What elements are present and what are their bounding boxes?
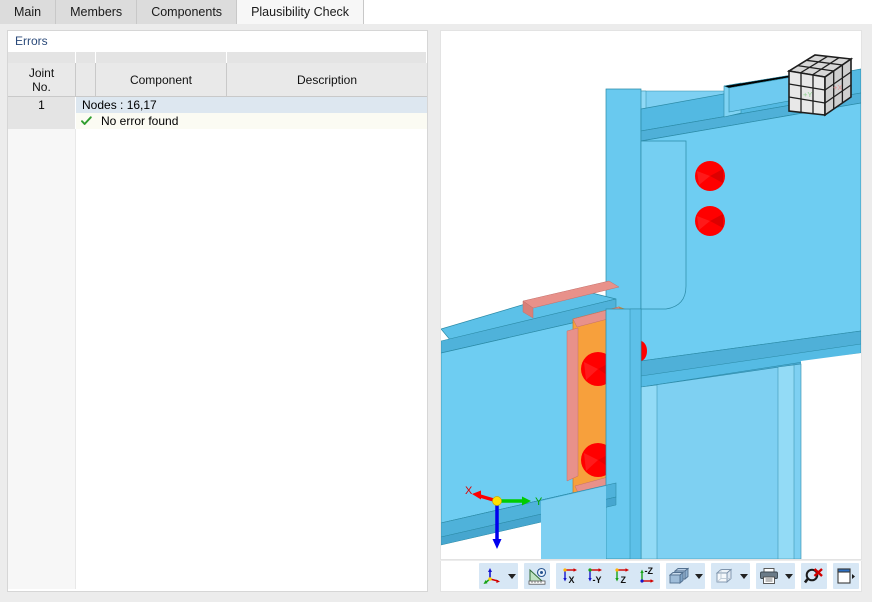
toolbar-group-display-mode [666, 563, 705, 589]
axis-label-x: X [465, 485, 473, 497]
toolbar-group-zoom-reset [801, 563, 827, 589]
resizer-description[interactable] [227, 52, 427, 63]
tab-label: Components [151, 5, 222, 19]
print-dropdown-arrow[interactable] [782, 563, 795, 589]
column-header-joint-no-line2: No. [29, 80, 54, 94]
view-z-icon[interactable]: Z [608, 563, 634, 589]
zoom-reset-icon[interactable] [801, 563, 827, 589]
model-3d-render: Y X Z [441, 31, 861, 559]
tab-plausibility-check[interactable]: Plausibility Check [237, 0, 364, 24]
panel-expand-icon[interactable] [833, 563, 859, 589]
axis-system-dropdown-arrow[interactable] [505, 563, 518, 589]
resizer-component[interactable] [96, 52, 227, 63]
column-header-component-label: Component [130, 73, 192, 87]
model-3d-viewport[interactable]: Y X Z [440, 30, 862, 560]
table-empty-area [8, 129, 427, 589]
tab-label: Main [14, 5, 41, 19]
view-x-icon[interactable]: X [556, 563, 582, 589]
bolt-icon [695, 206, 725, 236]
svg-text:X: X [568, 575, 574, 585]
check-icon [76, 113, 96, 129]
wireframe-dropdown-arrow[interactable] [737, 563, 750, 589]
column-header-joint-no-line1: Joint [29, 66, 54, 80]
svg-text:Z: Z [620, 575, 626, 585]
resizer-status[interactable] [76, 52, 96, 63]
toolbar-group-print [756, 563, 795, 589]
tab-bar: Main Members Components Plausibility Che… [0, 0, 872, 24]
cell-component: Nodes : 16,17 [76, 97, 427, 113]
svg-text:-Z: -Z [644, 567, 653, 576]
svg-text:-Y: -Y [592, 575, 601, 585]
column-header-description-label: Description [297, 73, 357, 87]
measure-view-icon[interactable] [524, 563, 550, 589]
toolbar-group-view-directions: X -Y Z [556, 563, 660, 589]
toolbar-group-axis [479, 563, 518, 589]
bolt-icon [695, 161, 725, 191]
render-solid-icon[interactable] [666, 563, 692, 589]
view-minus-y-icon[interactable]: -Y [582, 563, 608, 589]
cell-joint-no: 1 [8, 97, 76, 113]
view-minus-z-icon[interactable]: -Z [634, 563, 660, 589]
column-header-component[interactable]: Component [96, 63, 227, 97]
application-window: Main Members Components Plausibility Che… [0, 0, 872, 602]
view-toolbar: X -Y Z [440, 561, 862, 592]
column-header-joint-no[interactable]: Joint No. [8, 63, 76, 97]
nav-cube-label-x: +X [833, 83, 842, 92]
errors-panel-title: Errors [8, 31, 427, 52]
tab-members[interactable]: Members [56, 0, 137, 24]
tab-label: Plausibility Check [251, 5, 349, 19]
errors-panel: Errors Joint No. Component Description [7, 30, 428, 592]
table-row[interactable]: 1 Nodes : 16,17 [8, 97, 427, 113]
cell-joint-no [8, 113, 76, 129]
wireframe-cube-icon[interactable] [711, 563, 737, 589]
display-mode-dropdown-arrow[interactable] [692, 563, 705, 589]
axis-label-y: Y [535, 496, 543, 508]
table-empty-gutter [8, 129, 76, 589]
tab-bar-filler [364, 0, 872, 24]
column-lower-body [641, 364, 801, 559]
column-header-status[interactable] [76, 63, 96, 97]
resizer-joint-no[interactable] [8, 52, 76, 63]
tab-bar-underline [0, 24, 872, 27]
table-column-resizer-strip[interactable] [8, 52, 427, 63]
column-lower-web-edge [641, 385, 657, 559]
table-empty-body [76, 129, 427, 589]
toolbar-group-rendering [524, 563, 550, 589]
beam-cope [641, 141, 686, 309]
column-front-flange-edge [630, 309, 641, 559]
window-bottom-strip [0, 594, 872, 602]
table-row[interactable]: No error found [8, 113, 427, 129]
printer-icon[interactable] [756, 563, 782, 589]
axis-system-icon[interactable] [479, 563, 505, 589]
tab-components[interactable]: Components [137, 0, 237, 24]
column-lower-web-edge-2 [778, 365, 794, 559]
tab-main[interactable]: Main [0, 0, 56, 24]
tab-label: Members [70, 5, 122, 19]
nav-cube-label-y: +Y [803, 90, 812, 99]
cell-description: No error found [96, 113, 427, 129]
toolbar-group-wireframe [711, 563, 750, 589]
table-header-row: Joint No. Component Description [8, 63, 427, 97]
toolbar-group-panel [833, 563, 859, 589]
column-header-description[interactable]: Description [227, 63, 427, 97]
